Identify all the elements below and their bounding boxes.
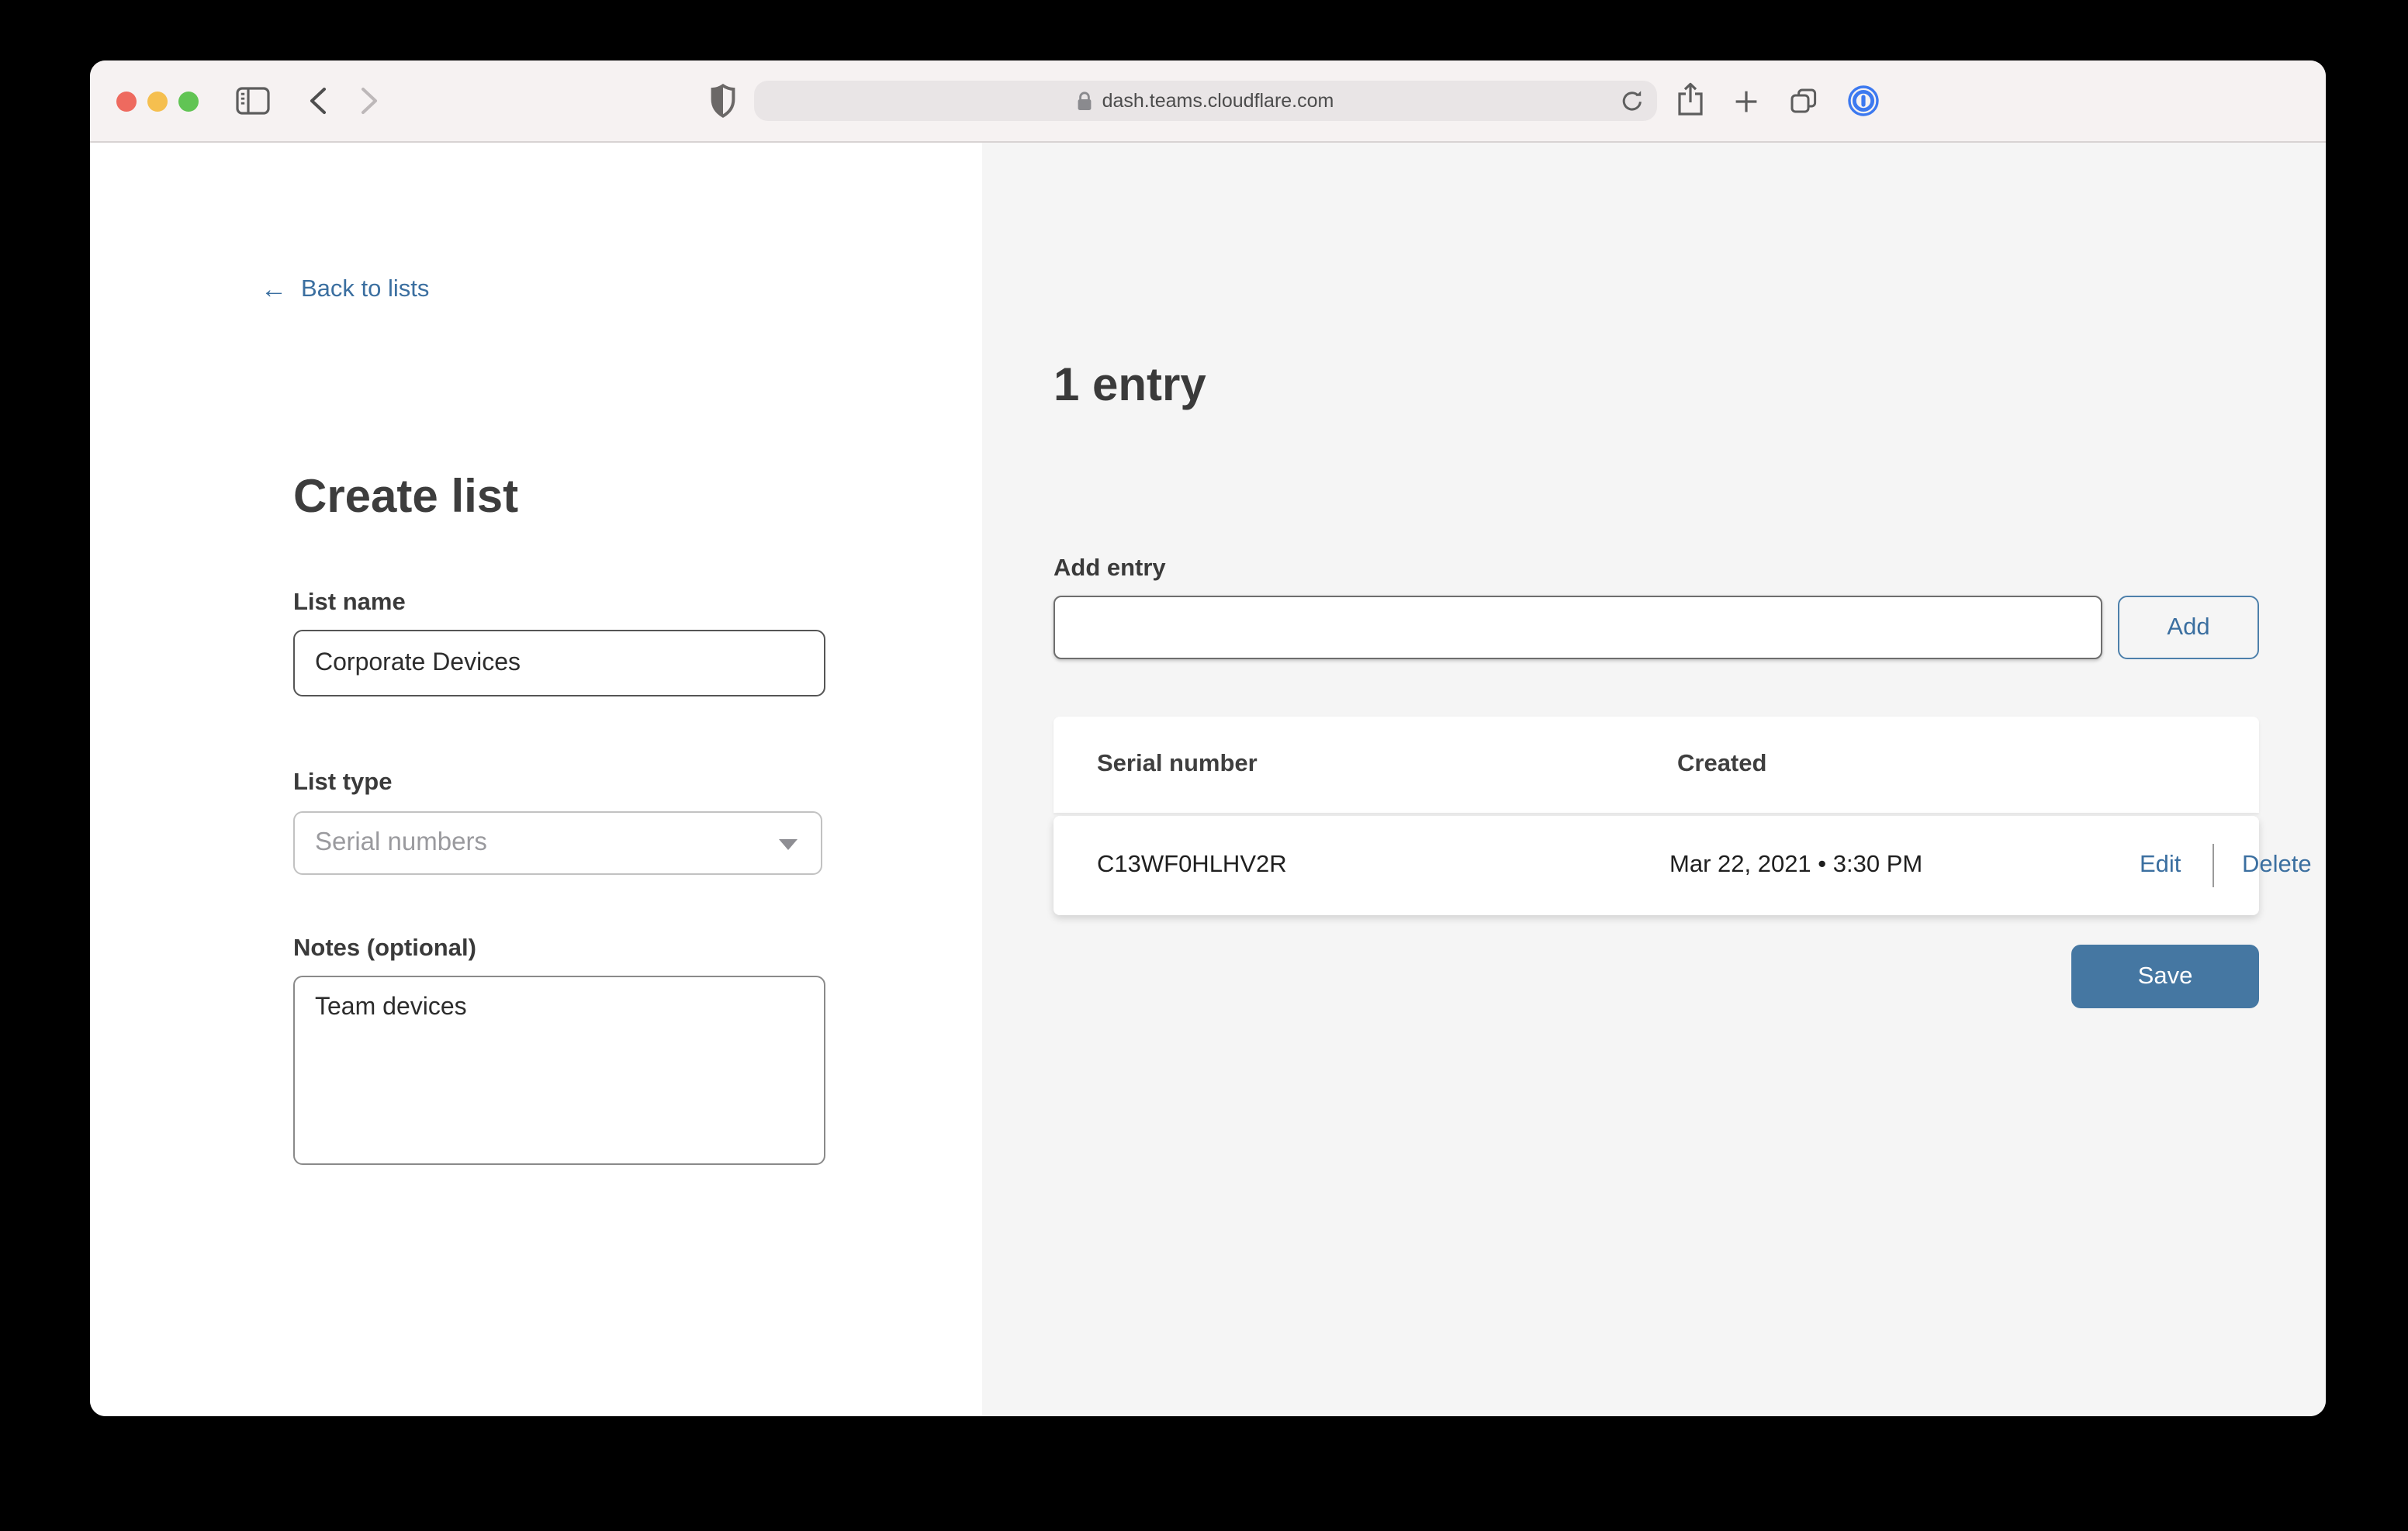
list-name-input[interactable] (293, 630, 825, 696)
privacy-shield-icon[interactable] (711, 84, 735, 118)
close-window-button[interactable] (116, 92, 137, 112)
lock-icon (1078, 91, 1093, 111)
add-entry-label: Add entry (1054, 555, 1166, 583)
list-name-label: List name (293, 589, 406, 617)
notes-textarea[interactable]: Team devices (293, 976, 825, 1165)
entries-panel: 1 entry Add entry Add Serial number Crea… (982, 143, 2326, 1416)
serial-number-cell: C13WF0HLHV2R (1097, 816, 1287, 915)
back-to-lists-link[interactable]: ← Back to lists (261, 275, 429, 306)
notes-label: Notes (optional) (293, 935, 476, 963)
onepassword-extension-icon[interactable] (1848, 85, 1879, 116)
edit-link[interactable]: Edit (2140, 816, 2181, 915)
url-bar[interactable]: dash.teams.cloudflare.com (754, 81, 1657, 121)
sidebar-toggle-icon[interactable] (236, 87, 270, 115)
browser-window: dash.teams.cloudflare.com (90, 60, 2326, 1416)
created-cell: Mar 22, 2021 • 3:30 PM (1669, 816, 1922, 915)
zoom-window-button[interactable] (178, 92, 199, 112)
url-text: dash.teams.cloudflare.com (1102, 90, 1334, 112)
page-title: Create list (293, 472, 518, 524)
new-tab-icon[interactable] (1735, 90, 1758, 113)
back-to-lists-label: Back to lists (301, 276, 429, 304)
tab-overview-icon[interactable] (1790, 88, 1817, 113)
created-column-header: Created (1677, 717, 1766, 813)
back-icon[interactable] (309, 87, 327, 115)
screenshot-stage: dash.teams.cloudflare.com (0, 0, 2408, 1531)
list-type-value: Serial numbers (315, 828, 487, 858)
entries-table-header: Serial number Created (1054, 717, 2259, 813)
table-row: C13WF0HLHV2R Mar 22, 2021 • 3:30 PM Edit… (1054, 816, 2259, 915)
serial-number-column-header: Serial number (1097, 717, 1258, 813)
reload-icon[interactable] (1620, 88, 1645, 113)
action-divider (2213, 844, 2214, 887)
chevron-down-icon (779, 839, 797, 850)
create-list-panel: ← Back to lists Create list List name Li… (90, 143, 982, 1416)
browser-toolbar: dash.teams.cloudflare.com (90, 60, 2326, 143)
minimize-window-button[interactable] (147, 92, 168, 112)
back-arrow-icon: ← (261, 275, 287, 306)
delete-link[interactable]: Delete (2242, 816, 2312, 915)
share-icon[interactable] (1677, 82, 1704, 116)
list-type-select[interactable]: Serial numbers (293, 811, 822, 875)
add-entry-input[interactable] (1054, 596, 2102, 659)
list-type-label: List type (293, 769, 392, 797)
add-button[interactable]: Add (2118, 596, 2259, 659)
save-button[interactable]: Save (2071, 945, 2259, 1008)
forward-icon[interactable] (360, 87, 379, 115)
entries-heading: 1 entry (1054, 360, 1206, 413)
